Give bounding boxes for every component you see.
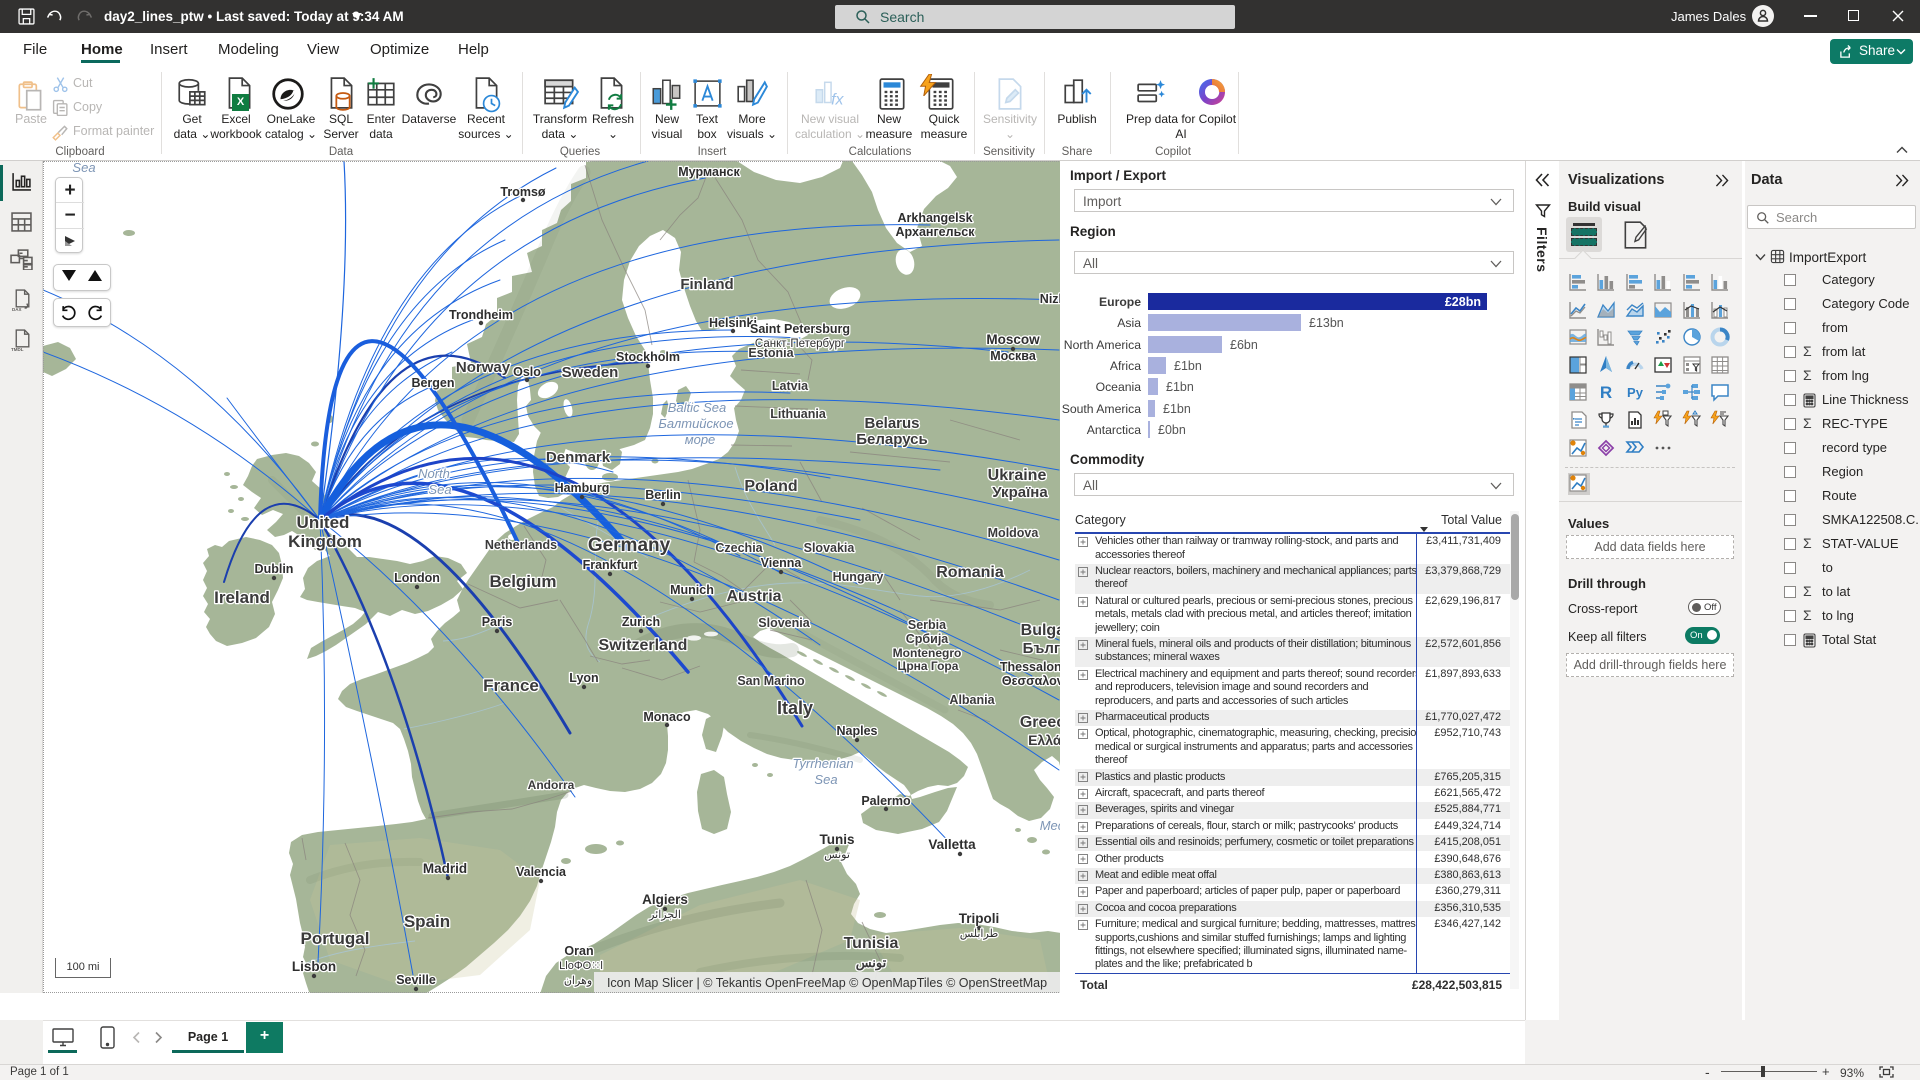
svg-text:Baltic Sea: Baltic Sea bbox=[668, 400, 727, 415]
svg-text:Madrid: Madrid bbox=[423, 861, 467, 876]
svg-text:Црна Гора: Црна Гора bbox=[898, 659, 959, 673]
svg-text:Italy: Italy bbox=[777, 698, 813, 718]
svg-text:Санкт-Петербург: Санкт-Петербург bbox=[755, 338, 845, 350]
svg-text:Stockholm: Stockholm bbox=[616, 350, 680, 364]
svg-text:Ukraine: Ukraine bbox=[988, 467, 1047, 484]
svg-text:London: London bbox=[394, 571, 440, 585]
svg-text:France: France bbox=[483, 676, 539, 695]
svg-text:R: R bbox=[1600, 383, 1612, 402]
svg-text:Dublin: Dublin bbox=[255, 562, 294, 576]
svg-text:Palermo: Palermo bbox=[861, 794, 911, 808]
svg-text:Spain: Spain bbox=[404, 912, 450, 931]
svg-text:Мурманск: Мурманск bbox=[678, 165, 740, 179]
svg-text:Vienna: Vienna bbox=[761, 556, 803, 570]
svg-text:Denmark: Denmark bbox=[546, 449, 611, 466]
svg-text:Romania: Romania bbox=[936, 564, 1004, 581]
svg-text:fx: fx bbox=[831, 92, 844, 109]
svg-text:Belarus: Belarus bbox=[864, 415, 919, 432]
svg-text:Hungary: Hungary bbox=[833, 570, 884, 584]
svg-text:Lithuania: Lithuania bbox=[770, 407, 827, 421]
svg-text:Montenegro: Montenegro bbox=[893, 646, 962, 660]
svg-text:Munich: Munich bbox=[670, 583, 714, 597]
svg-text:Sea: Sea bbox=[72, 161, 95, 175]
svg-text:Norway: Norway bbox=[456, 359, 511, 376]
svg-text:الجزائر: الجزائر bbox=[648, 909, 681, 921]
svg-text:Monaco: Monaco bbox=[643, 710, 691, 724]
svg-text:تونس: تونس bbox=[856, 955, 887, 971]
svg-text:Lyon: Lyon bbox=[569, 671, 598, 685]
svg-text:Andorra: Andorra bbox=[528, 778, 575, 792]
svg-text:Belgium: Belgium bbox=[489, 572, 556, 591]
svg-text:Valencia: Valencia bbox=[516, 865, 567, 879]
svg-text:Arkhangelsk: Arkhangelsk bbox=[897, 211, 972, 225]
svg-text:Seville: Seville bbox=[396, 973, 436, 987]
svg-text:Portugal: Portugal bbox=[301, 929, 370, 948]
svg-text:Tyrrhenian: Tyrrhenian bbox=[792, 756, 853, 771]
svg-text:Poland: Poland bbox=[744, 478, 797, 495]
svg-text:Valletta: Valletta bbox=[928, 837, 976, 852]
svg-text:Frankfurt: Frankfurt bbox=[583, 558, 639, 572]
svg-text:Saint Petersburg: Saint Petersburg bbox=[750, 322, 850, 336]
svg-text:море: море bbox=[685, 432, 716, 447]
svg-text:Finland: Finland bbox=[680, 276, 733, 293]
svg-text:Trondheim: Trondheim bbox=[449, 308, 513, 322]
svg-text:Algiers: Algiers bbox=[642, 892, 688, 907]
svg-text:Sea: Sea bbox=[428, 482, 451, 497]
svg-text:Lisbon: Lisbon bbox=[292, 959, 336, 974]
svg-text:Балтийское: Балтийское bbox=[658, 416, 733, 431]
svg-text:Tromsø: Tromsø bbox=[500, 185, 546, 199]
svg-text:Sweden: Sweden bbox=[562, 364, 619, 381]
svg-text:Bergen: Bergen bbox=[411, 376, 454, 390]
svg-text:Py: Py bbox=[1627, 385, 1644, 400]
svg-text:Austria: Austria bbox=[726, 588, 781, 605]
svg-text:Oran: Oran bbox=[564, 944, 593, 958]
svg-text:Tunisia: Tunisia bbox=[844, 935, 899, 952]
svg-text:Moscow: Moscow bbox=[986, 332, 1040, 347]
svg-text:Zurich: Zurich bbox=[622, 615, 660, 629]
svg-text:Germany: Germany bbox=[588, 535, 671, 556]
svg-text:طرابلس: طرابلس bbox=[960, 928, 999, 940]
svg-text:Oslo: Oslo bbox=[513, 365, 541, 379]
svg-text:Tunis: Tunis bbox=[820, 832, 855, 847]
svg-text:Latvia: Latvia bbox=[772, 379, 809, 393]
svg-text:Tripoli: Tripoli bbox=[959, 911, 1000, 926]
svg-text:Србија: Србија bbox=[906, 632, 950, 646]
svg-text:Switzerland: Switzerland bbox=[599, 637, 688, 654]
svg-text:Kingdom: Kingdom bbox=[288, 532, 362, 551]
svg-text:Беларусь: Беларусь bbox=[856, 431, 928, 448]
svg-text:وهران: وهران bbox=[564, 975, 592, 987]
svg-text:Slovakia: Slovakia bbox=[804, 541, 856, 555]
svg-text:Slovenia: Slovenia bbox=[758, 616, 810, 630]
svg-text:North: North bbox=[418, 466, 450, 481]
svg-text:تونس: تونس bbox=[824, 849, 850, 861]
svg-text:Moldova: Moldova bbox=[988, 526, 1040, 540]
svg-text:Sea: Sea bbox=[814, 772, 837, 787]
svg-text:Україна: Україна bbox=[992, 484, 1048, 501]
svg-text:Czechia: Czechia bbox=[715, 541, 763, 555]
svg-text:LloΦO⁙l: LloΦO⁙l bbox=[559, 960, 603, 972]
svg-text:Hamburg: Hamburg bbox=[555, 481, 610, 495]
svg-text:Berlin: Berlin bbox=[645, 488, 680, 502]
svg-text:Архангельск: Архангельск bbox=[896, 225, 976, 239]
svg-text:Serbia: Serbia bbox=[908, 618, 947, 632]
svg-text:Paris: Paris bbox=[482, 615, 513, 629]
svg-text:Albania: Albania bbox=[949, 693, 995, 707]
svg-text:Netherlands: Netherlands bbox=[485, 538, 557, 552]
svg-text:United: United bbox=[297, 513, 350, 532]
svg-text:San Marino: San Marino bbox=[737, 674, 805, 688]
svg-text:Naples: Naples bbox=[837, 724, 878, 738]
svg-text:Ireland: Ireland bbox=[214, 588, 270, 607]
